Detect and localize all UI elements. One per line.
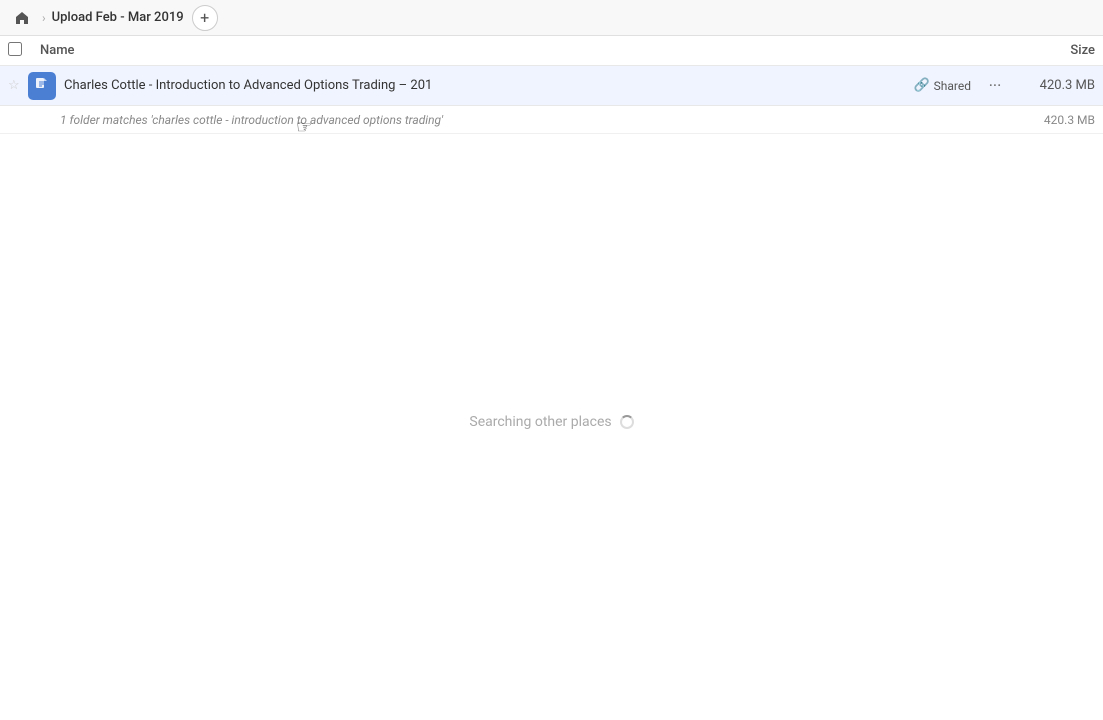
breadcrumb-separator: › (42, 11, 46, 25)
file-row[interactable]: ☆ Charles Cottle - Introduction to Advan… (0, 66, 1103, 106)
file-icon (28, 72, 56, 100)
match-size: 420.3 MB (1015, 113, 1095, 127)
link-icon: 🔗 (913, 78, 929, 93)
more-options-button[interactable]: ··· (983, 74, 1007, 98)
searching-area: Searching other places (0, 414, 1103, 430)
shared-label: Shared (934, 79, 971, 93)
select-all-checkbox[interactable] (8, 42, 32, 60)
breadcrumb-title: Upload Feb - Mar 2019 (52, 10, 184, 25)
loading-spinner (620, 415, 634, 429)
size-column-header: Size (1015, 43, 1095, 58)
top-bar: › Upload Feb - Mar 2019 + (0, 0, 1103, 36)
file-size: 420.3 MB (1015, 78, 1095, 93)
searching-label: Searching other places (469, 414, 611, 430)
column-header: Name Size (0, 36, 1103, 66)
match-description: 1 folder matches 'charles cottle - intro… (60, 113, 1015, 127)
match-row: 1 folder matches 'charles cottle - intro… (0, 106, 1103, 134)
add-tab-button[interactable]: + (192, 5, 218, 31)
star-icon[interactable]: ☆ (8, 78, 28, 93)
name-column-header: Name (40, 43, 1015, 58)
home-button[interactable] (8, 4, 36, 32)
file-name: Charles Cottle - Introduction to Advance… (64, 78, 913, 93)
file-type-icon (35, 77, 49, 94)
shared-badge: 🔗 Shared (913, 78, 971, 93)
